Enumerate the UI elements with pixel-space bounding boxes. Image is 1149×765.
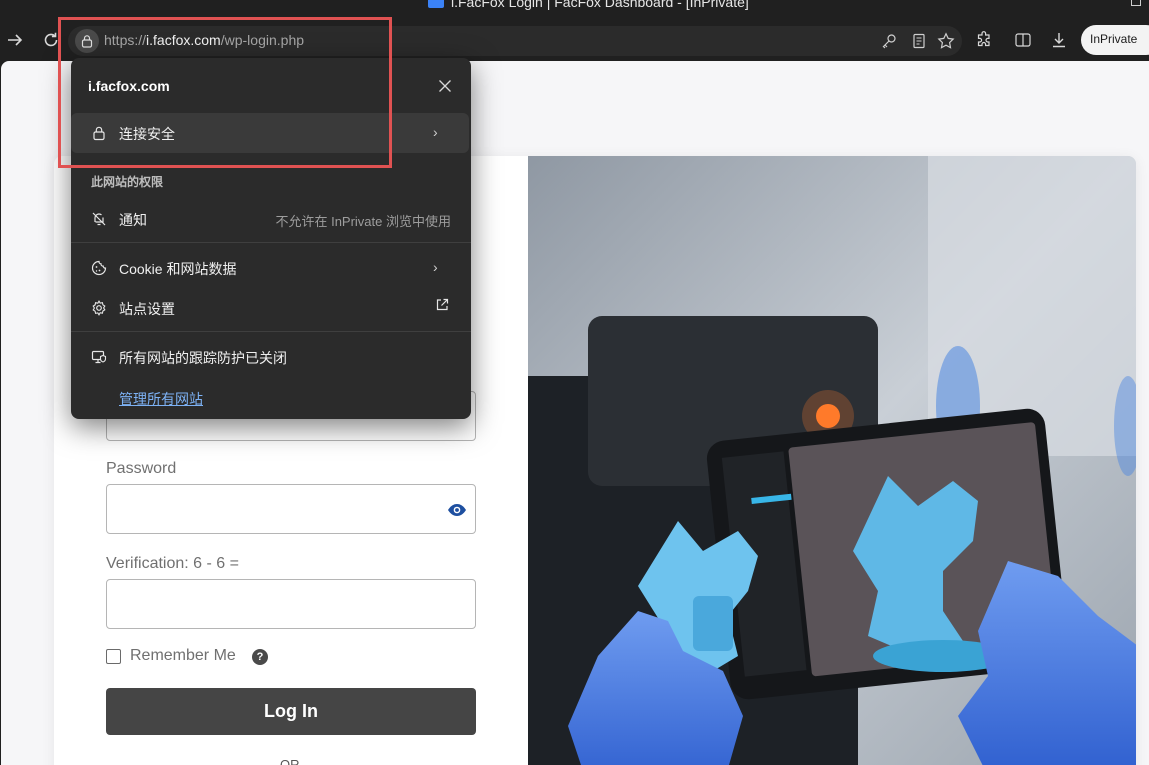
password-input[interactable] [106,484,476,534]
downloads-icon[interactable] [1046,27,1072,53]
split-screen-icon[interactable] [1010,27,1036,53]
notifications-permission-row: 通知 不允许在 InPrivate 浏览中使用 [71,199,471,239]
favorite-star-icon[interactable] [937,32,955,50]
connection-security-row[interactable]: 连接安全 › [71,113,469,153]
open-external-icon [435,298,449,315]
refresh-icon [44,32,58,47]
hero-photo [528,156,1136,765]
lock-icon [81,35,93,48]
cookies-row[interactable]: Cookie 和网站数据 › [71,248,471,288]
password-label: Password [106,460,177,477]
forward-button[interactable] [0,25,30,55]
cookies-label: Cookie 和网站数据 [119,261,237,277]
browser-toolbar: https://i.facfox.com/wp-login.php InPriv… [0,12,1149,62]
bell-off-icon [90,210,108,228]
divider [71,331,471,332]
show-password-eye-icon[interactable] [447,500,467,520]
remember-me-label[interactable]: Remember Me [130,647,236,665]
notifications-status: 不允许在 InPrivate 浏览中使用 [275,214,451,229]
site-info-flyout: i.facfox.com 连接安全 › 此网站的权限 通知 不允许在 InPri… [71,58,471,419]
tracking-prevention-label: 所有网站的跟踪防护已关闭 [119,350,287,366]
lock-icon [90,124,108,142]
window-title: i.FacFox Login | FacFox Dashboard - [InP… [451,0,749,10]
inprivate-profile-button[interactable]: InPrivate [1081,25,1149,55]
tracking-prevention-row: 所有网站的跟踪防护已关闭 [71,337,471,377]
remember-me-checkbox[interactable] [106,649,121,664]
maximize-icon[interactable] [1131,0,1141,6]
cookie-icon [90,259,108,277]
close-icon [439,80,451,92]
site-favicon-icon [428,0,444,8]
gear-icon [90,299,108,317]
key-icon[interactable] [880,32,898,50]
tracking-prevention-icon [90,348,108,366]
verification-input[interactable] [106,579,476,629]
or-divider-text: OR [280,757,300,765]
flyout-site-host: i.facfox.com [88,78,170,94]
permissions-header: 此网站的权限 [91,175,164,189]
reload-button[interactable] [36,25,66,55]
verification-label: Verification: 6 - 6 = [106,555,239,572]
help-icon[interactable]: ? [252,649,268,665]
site-settings-label: 站点设置 [119,301,175,317]
login-button[interactable]: Log In [106,688,476,735]
extensions-icon[interactable] [971,27,997,53]
url-scheme: https:// [104,32,147,48]
manage-all-sites-link[interactable]: 管理所有网站 [119,389,203,409]
reader-view-icon[interactable] [910,32,928,50]
url-text[interactable]: https://i.facfox.com/wp-login.php [104,32,304,48]
arrow-right-icon [8,34,23,46]
site-settings-row[interactable]: 站点设置 [71,288,471,328]
url-path: /wp-login.php [220,32,305,48]
connection-security-label: 连接安全 [119,126,175,142]
chevron-right-icon: › [433,259,438,275]
site-info-button[interactable] [75,29,99,53]
divider [71,242,471,243]
window-titlebar: i.FacFox Login | FacFox Dashboard - [InP… [0,0,1149,12]
notifications-label: 通知 [119,212,147,228]
url-host: i.facfox.com [146,32,221,48]
chevron-right-icon: › [433,124,438,140]
close-flyout-button[interactable] [435,76,455,96]
address-bar[interactable]: https://i.facfox.com/wp-login.php [68,26,962,56]
